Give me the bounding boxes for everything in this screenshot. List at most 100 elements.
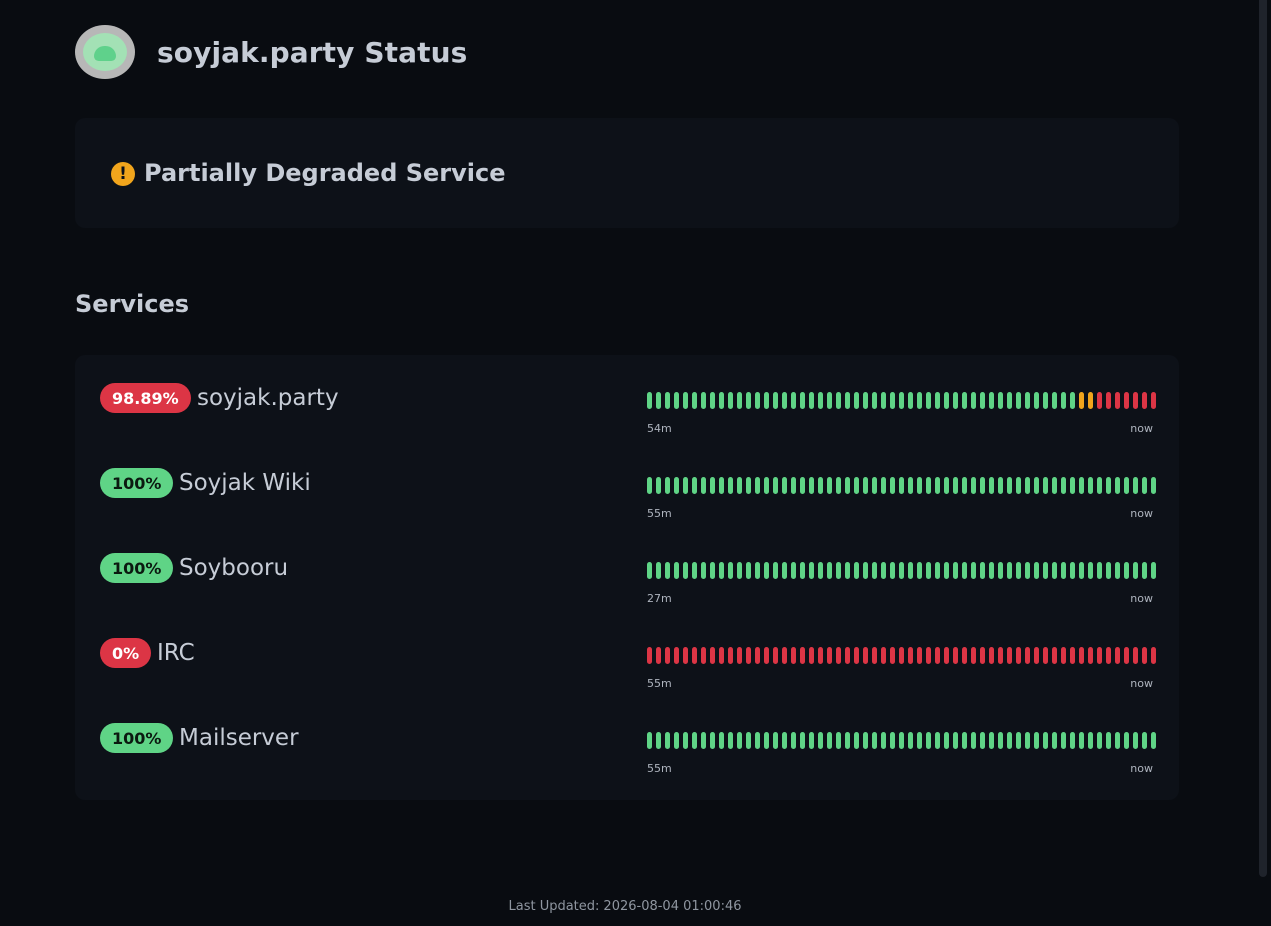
history-bar-up[interactable]	[764, 392, 769, 409]
history-bar-down[interactable]	[1034, 647, 1039, 664]
history-bar-up[interactable]	[1034, 562, 1039, 579]
history-bar-up[interactable]	[989, 732, 994, 749]
history-bar-down[interactable]	[755, 647, 760, 664]
history-bar-down[interactable]	[836, 647, 841, 664]
history-bar-up[interactable]	[899, 562, 904, 579]
history-bar-up[interactable]	[656, 392, 661, 409]
history-bar-down[interactable]	[872, 647, 877, 664]
history-bar-up[interactable]	[863, 392, 868, 409]
history-bar-up[interactable]	[1025, 477, 1030, 494]
history-bar-up[interactable]	[935, 477, 940, 494]
history-bar-up[interactable]	[719, 392, 724, 409]
history-bar-up[interactable]	[1106, 562, 1111, 579]
history-bar-up[interactable]	[854, 562, 859, 579]
history-bar-up[interactable]	[935, 732, 940, 749]
history-bar-down[interactable]	[1061, 647, 1066, 664]
history-bar-up[interactable]	[647, 392, 652, 409]
history-bar-up[interactable]	[746, 477, 751, 494]
history-bar-down[interactable]	[962, 647, 967, 664]
history-bar-up[interactable]	[917, 562, 922, 579]
history-bar-up[interactable]	[890, 392, 895, 409]
history-bar-up[interactable]	[881, 392, 886, 409]
history-bar-up[interactable]	[665, 732, 670, 749]
history-bar-up[interactable]	[917, 732, 922, 749]
history-bar-up[interactable]	[1061, 562, 1066, 579]
history-bar-degraded[interactable]	[1088, 392, 1093, 409]
history-bar-down[interactable]	[908, 647, 913, 664]
history-bar-up[interactable]	[953, 732, 958, 749]
history-bar-up[interactable]	[845, 392, 850, 409]
history-bar-down[interactable]	[701, 647, 706, 664]
history-bar-up[interactable]	[989, 477, 994, 494]
history-bar-down[interactable]	[854, 647, 859, 664]
history-bar-up[interactable]	[719, 562, 724, 579]
history-bar-down[interactable]	[1007, 647, 1012, 664]
history-bar-down[interactable]	[1070, 647, 1075, 664]
history-bar-up[interactable]	[674, 732, 679, 749]
history-bar-up[interactable]	[926, 562, 931, 579]
history-bar-up[interactable]	[791, 732, 796, 749]
history-bar-up[interactable]	[998, 732, 1003, 749]
history-bar-down[interactable]	[1124, 392, 1129, 409]
history-bar-up[interactable]	[728, 477, 733, 494]
history-bar-up[interactable]	[1115, 732, 1120, 749]
history-bar-up[interactable]	[1025, 392, 1030, 409]
history-bar-down[interactable]	[1088, 647, 1093, 664]
history-bar-down[interactable]	[1151, 647, 1156, 664]
page-scrollbar[interactable]	[1259, 0, 1267, 877]
history-bar-up[interactable]	[836, 732, 841, 749]
history-bar-up[interactable]	[980, 562, 985, 579]
history-bar-up[interactable]	[665, 392, 670, 409]
history-bar-up[interactable]	[1142, 732, 1147, 749]
history-bar-up[interactable]	[755, 477, 760, 494]
history-bar-up[interactable]	[908, 562, 913, 579]
history-bar-up[interactable]	[737, 392, 742, 409]
history-bar-up[interactable]	[1034, 392, 1039, 409]
history-bar-down[interactable]	[710, 647, 715, 664]
history-bar-up[interactable]	[935, 562, 940, 579]
history-bar-up[interactable]	[674, 392, 679, 409]
history-bar-up[interactable]	[836, 562, 841, 579]
history-bar-up[interactable]	[719, 477, 724, 494]
history-bar-down[interactable]	[953, 647, 958, 664]
history-bar-up[interactable]	[773, 562, 778, 579]
history-bar-down[interactable]	[980, 647, 985, 664]
history-bar-down[interactable]	[863, 647, 868, 664]
history-bar-down[interactable]	[800, 647, 805, 664]
history-bar-up[interactable]	[971, 732, 976, 749]
history-bar-up[interactable]	[1034, 732, 1039, 749]
history-bar-up[interactable]	[953, 562, 958, 579]
history-bar-down[interactable]	[1151, 392, 1156, 409]
history-bar-down[interactable]	[1115, 647, 1120, 664]
history-bar-up[interactable]	[728, 392, 733, 409]
history-bar-up[interactable]	[755, 392, 760, 409]
history-bar-up[interactable]	[1151, 562, 1156, 579]
history-bar-up[interactable]	[701, 562, 706, 579]
history-bar-up[interactable]	[1052, 392, 1057, 409]
history-bar-up[interactable]	[791, 562, 796, 579]
history-bar-up[interactable]	[1034, 477, 1039, 494]
history-bar-down[interactable]	[917, 647, 922, 664]
history-bar-up[interactable]	[989, 562, 994, 579]
history-bar-up[interactable]	[1133, 562, 1138, 579]
history-bar-up[interactable]	[692, 732, 697, 749]
history-bar-up[interactable]	[926, 732, 931, 749]
history-bar-up[interactable]	[773, 477, 778, 494]
history-bar-up[interactable]	[818, 732, 823, 749]
history-bar-up[interactable]	[647, 732, 652, 749]
history-bar-up[interactable]	[692, 477, 697, 494]
history-bar-up[interactable]	[1016, 477, 1021, 494]
history-bar-up[interactable]	[998, 562, 1003, 579]
history-bar-up[interactable]	[1043, 392, 1048, 409]
history-bar-up[interactable]	[899, 392, 904, 409]
history-bar-up[interactable]	[746, 392, 751, 409]
history-bar-up[interactable]	[782, 477, 787, 494]
history-bar-up[interactable]	[1088, 562, 1093, 579]
history-bar-up[interactable]	[980, 392, 985, 409]
history-bar-down[interactable]	[683, 647, 688, 664]
history-bar-up[interactable]	[980, 477, 985, 494]
history-bar-up[interactable]	[665, 477, 670, 494]
history-bar-up[interactable]	[1043, 732, 1048, 749]
history-bar-up[interactable]	[656, 732, 661, 749]
history-bar-up[interactable]	[791, 392, 796, 409]
